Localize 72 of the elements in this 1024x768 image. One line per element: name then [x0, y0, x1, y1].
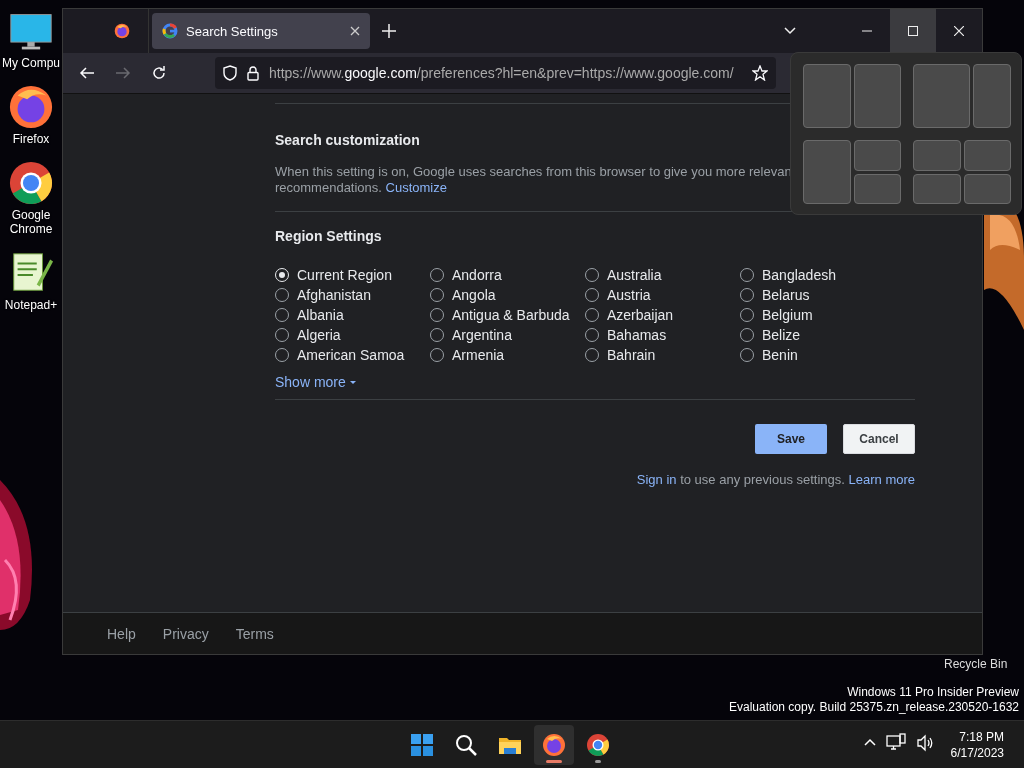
region-radio-option[interactable]: Afghanistan	[275, 285, 430, 305]
desktop-icon-label[interactable]: My Compu	[2, 56, 60, 70]
star-icon[interactable]	[752, 65, 768, 81]
desktop-icon-label[interactable]: Notepad+	[4, 298, 58, 312]
region-radio-option[interactable]: Argentina	[430, 325, 585, 345]
learn-more-link[interactable]: Learn more	[848, 472, 915, 487]
desktop-icon-label[interactable]: Firefox	[12, 132, 50, 146]
region-radio-option[interactable]: Bahrain	[585, 345, 740, 365]
snap-zone[interactable]	[963, 140, 1011, 171]
region-radio-option[interactable]: Angola	[430, 285, 585, 305]
description-text: When this setting is on, Google uses searches from this browser to give you more relevan	[275, 164, 792, 180]
close-icon	[954, 26, 964, 36]
region-radio-option[interactable]: Albania	[275, 305, 430, 325]
show-more-link[interactable]: Show more	[275, 374, 356, 390]
start-icon	[410, 733, 434, 757]
maximize-icon	[908, 26, 918, 36]
chrome-icon	[586, 733, 610, 757]
region-radio-option[interactable]: Armenia	[430, 345, 585, 365]
back-icon[interactable]	[79, 65, 95, 81]
snap-zone[interactable]	[913, 173, 961, 204]
browser-tab[interactable]: Search Settings	[152, 13, 370, 49]
shield-icon	[223, 65, 237, 81]
region-radio-option[interactable]: Andorra	[430, 265, 585, 285]
address-bar[interactable]: https://www.google.com/preferences?hl=en&prev=https://www.google.com/	[215, 57, 776, 89]
snap-zone[interactable]	[853, 173, 901, 204]
firefox-icon[interactable]	[8, 84, 54, 130]
region-radio-option[interactable]: Belgium	[740, 305, 895, 325]
region-radio-option[interactable]: Antigua & Barbuda	[430, 305, 585, 325]
region-radio-option[interactable]: Current Region	[275, 265, 430, 285]
firefox-icon	[542, 733, 566, 757]
region-radio-option[interactable]: Bahamas	[585, 325, 740, 345]
section-heading: Search customization	[275, 132, 421, 148]
cancel-button[interactable]: Cancel	[843, 424, 915, 454]
reload-icon[interactable]	[151, 65, 167, 81]
section-heading: Region Settings	[275, 228, 383, 244]
snap-zone[interactable]	[963, 173, 1011, 204]
edition-text: Evaluation copy. Build 25375.zn_release.230520-1632	[729, 700, 1019, 715]
save-button[interactable]: Save	[755, 424, 827, 454]
region-radio-option[interactable]: Azerbaijan	[585, 305, 740, 325]
snap-zone[interactable]	[853, 140, 901, 171]
desktop-icon-label[interactable]: Google Chrome	[1, 208, 61, 236]
region-radio-option[interactable]: Australia	[585, 265, 740, 285]
snap-zone[interactable]	[853, 64, 901, 128]
search-icon	[454, 733, 478, 757]
region-radio-option[interactable]: Bangladesh	[740, 265, 895, 285]
clock-time[interactable]: 7:18 PM	[959, 729, 1004, 745]
region-radio-option[interactable]: Algeria	[275, 325, 430, 345]
speaker-icon[interactable]	[916, 733, 934, 753]
region-radio-option[interactable]: Belize	[740, 325, 895, 345]
desktop-icon-label[interactable]: Recycle Bin	[944, 657, 1008, 671]
region-radio-option[interactable]: Benin	[740, 345, 895, 365]
sign-in-note: Sign in to use any previous settings. Learn more	[635, 472, 915, 487]
customize-link[interactable]: Customize	[385, 180, 447, 195]
taskbar-app[interactable]	[534, 725, 574, 765]
description-text: recommendations. Customize	[275, 180, 447, 196]
clock-date[interactable]: 6/17/2023	[950, 745, 1004, 761]
footer-link[interactable]: Terms	[235, 625, 274, 642]
region-radio-option[interactable]: Belarus	[740, 285, 895, 305]
region-radio-option[interactable]: Austria	[585, 285, 740, 305]
plus-icon[interactable]	[382, 24, 396, 38]
chrome-icon[interactable]	[8, 160, 54, 206]
edition-text: Windows 11 Pro Insider Preview	[847, 685, 1019, 700]
close-icon[interactable]	[350, 26, 360, 36]
footer-link[interactable]: Help	[107, 625, 136, 642]
footer-link[interactable]: Privacy	[162, 625, 209, 642]
network-icon[interactable]	[886, 733, 906, 753]
sign-in-link[interactable]: Sign in	[636, 472, 677, 487]
chevron-down-icon[interactable]	[784, 27, 796, 35]
region-radio-option[interactable]: American Samoa	[275, 345, 430, 365]
google-g-icon	[162, 23, 178, 39]
lock-icon	[247, 65, 259, 81]
firefox-icon	[114, 23, 130, 39]
